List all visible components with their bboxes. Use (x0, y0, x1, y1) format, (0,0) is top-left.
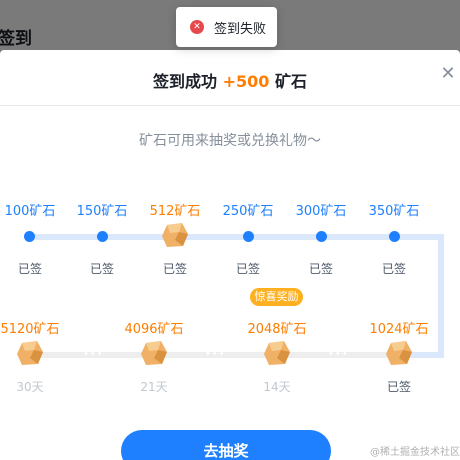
node-dot (243, 231, 254, 242)
title-prefix: 签到成功 (153, 72, 218, 91)
modal-header: 签到成功 +500 矿石 ✕ (0, 50, 460, 106)
ore-icon (385, 340, 413, 366)
node-amount: 300矿石 (295, 204, 347, 219)
error-icon: ✕ (190, 20, 204, 34)
node-dot (316, 231, 327, 242)
modal-title: 签到成功 +500 矿石 (0, 68, 460, 92)
close-icon[interactable]: ✕ (438, 64, 458, 84)
ore-icon (161, 222, 189, 248)
node-status: 已签 (386, 380, 411, 394)
watermark: @稀土掘金技术社区 (370, 447, 460, 458)
progress-track-row1 (30, 234, 444, 240)
node-amount: 100矿石 (4, 204, 56, 219)
node-amount: 150矿石 (76, 204, 128, 219)
modal-subtitle: 矿石可用来抽奖或兑换礼物～ (139, 133, 321, 149)
node-status: 已签 (17, 262, 42, 276)
node-amount: 512矿石 (149, 204, 201, 219)
node-amount: 2048矿石 (247, 322, 307, 337)
node-status: 已签 (308, 262, 333, 276)
node-amount: 5120矿石 (0, 322, 60, 337)
node-amount: 1024矿石 (369, 322, 429, 337)
node-status: 已签 (89, 262, 114, 276)
node-amount: 250矿石 (222, 204, 274, 219)
ore-icon (140, 340, 168, 366)
node-dot (24, 231, 35, 242)
lottery-button[interactable]: 去抽奖 (121, 430, 331, 460)
node-amount: 4096矿石 (124, 322, 184, 337)
node-status: 已签 (162, 262, 187, 276)
node-status: 21天 (140, 380, 168, 394)
track-dots: ••• (328, 349, 349, 360)
node-status: 已签 (381, 262, 406, 276)
node-dot (389, 231, 400, 242)
error-toast: ✕ 签到失败 (176, 7, 277, 47)
track-dots: ••• (205, 349, 226, 360)
node-dot (97, 231, 108, 242)
ore-icon (16, 340, 44, 366)
node-status: 已签 (235, 262, 260, 276)
title-suffix: 矿石 (274, 72, 307, 91)
progress-track-connector (438, 234, 444, 358)
toast-text: 签到失败 (214, 21, 267, 37)
checkin-modal: 签到成功 +500 矿石 ✕ 矿石可用来抽奖或兑换礼物～ ••• ••• •••… (0, 50, 460, 460)
track-dots: ••• (83, 349, 104, 360)
surprise-badge: 惊喜奖励 (250, 288, 303, 306)
node-amount: 350矿石 (368, 204, 420, 219)
node-status: 30天 (16, 380, 44, 394)
title-bonus: +500 (222, 72, 270, 91)
ore-icon (263, 340, 291, 366)
node-status: 14天 (263, 380, 291, 394)
